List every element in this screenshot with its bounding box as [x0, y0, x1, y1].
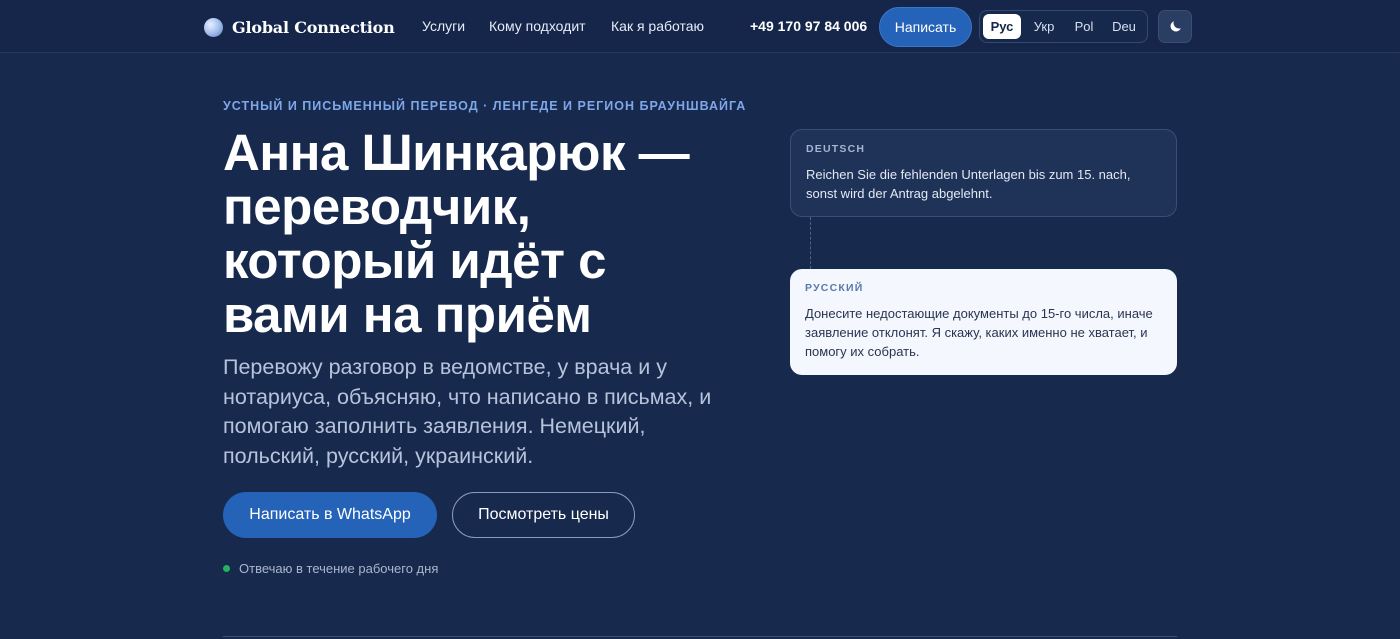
moon-icon — [1170, 21, 1181, 32]
logo-text: Global Connection — [232, 17, 395, 37]
section-divider — [223, 636, 1177, 637]
translation-text: Донесите недостающие документы до 15-го … — [805, 306, 1153, 359]
whatsapp-button[interactable]: Написать в WhatsApp — [223, 492, 437, 538]
nav-link-how-i-work[interactable]: Как я работаю — [611, 18, 704, 34]
translation-language-label: РУССКИЙ — [805, 282, 864, 294]
source-text: Reichen Sie die fehlenden Unterlagen bis… — [806, 167, 1131, 201]
write-button[interactable]: Написать — [879, 7, 972, 47]
phone-link[interactable]: +49 170 97 84 006 — [750, 18, 867, 34]
hero-eyebrow: УСТНЫЙ И ПИСЬМЕННЫЙ ПЕРЕВОД · ЛЕНГЕДЕ И … — [223, 99, 747, 113]
nav-link-who-it-suits[interactable]: Кому подходит — [489, 18, 586, 34]
site-header: Global Connection Услуги Кому подходит К… — [0, 0, 1400, 53]
lang-option-ru[interactable]: Рус — [983, 14, 1021, 39]
hero-lead: Перевожу разговор в ведомстве, у врача и… — [223, 355, 712, 468]
lang-option-uk[interactable]: Укр — [1025, 14, 1063, 39]
nav-link-services[interactable]: Услуги — [422, 18, 465, 34]
page: Global Connection Услуги Кому подходит К… — [0, 0, 1400, 639]
logo-link[interactable]: Global Connection — [204, 16, 395, 38]
card-connector-line — [810, 217, 811, 269]
lang-option-de[interactable]: Deu — [1104, 14, 1144, 39]
lang-option-pl[interactable]: Pol — [1066, 14, 1102, 39]
response-status-text: Отвечаю в течение рабочего дня — [239, 561, 439, 576]
language-switcher: Рус Укр Pol Deu — [979, 10, 1148, 43]
source-text-card: DEUTSCH Reichen Sie die fehlenden Unterl… — [790, 129, 1177, 217]
source-language-label: DEUTSCH — [806, 143, 866, 155]
online-dot-icon — [223, 565, 230, 572]
view-prices-button[interactable]: Посмотреть цены — [452, 492, 635, 538]
theme-toggle-button[interactable] — [1158, 10, 1192, 43]
hero-headline: Анна Шинкарюк — переводчик, который идёт… — [223, 124, 690, 343]
response-status: Отвечаю в течение рабочего дня — [223, 561, 438, 576]
globe-logo-icon — [204, 17, 223, 37]
translation-card: РУССКИЙ Донесите недостающие документы д… — [790, 269, 1177, 375]
